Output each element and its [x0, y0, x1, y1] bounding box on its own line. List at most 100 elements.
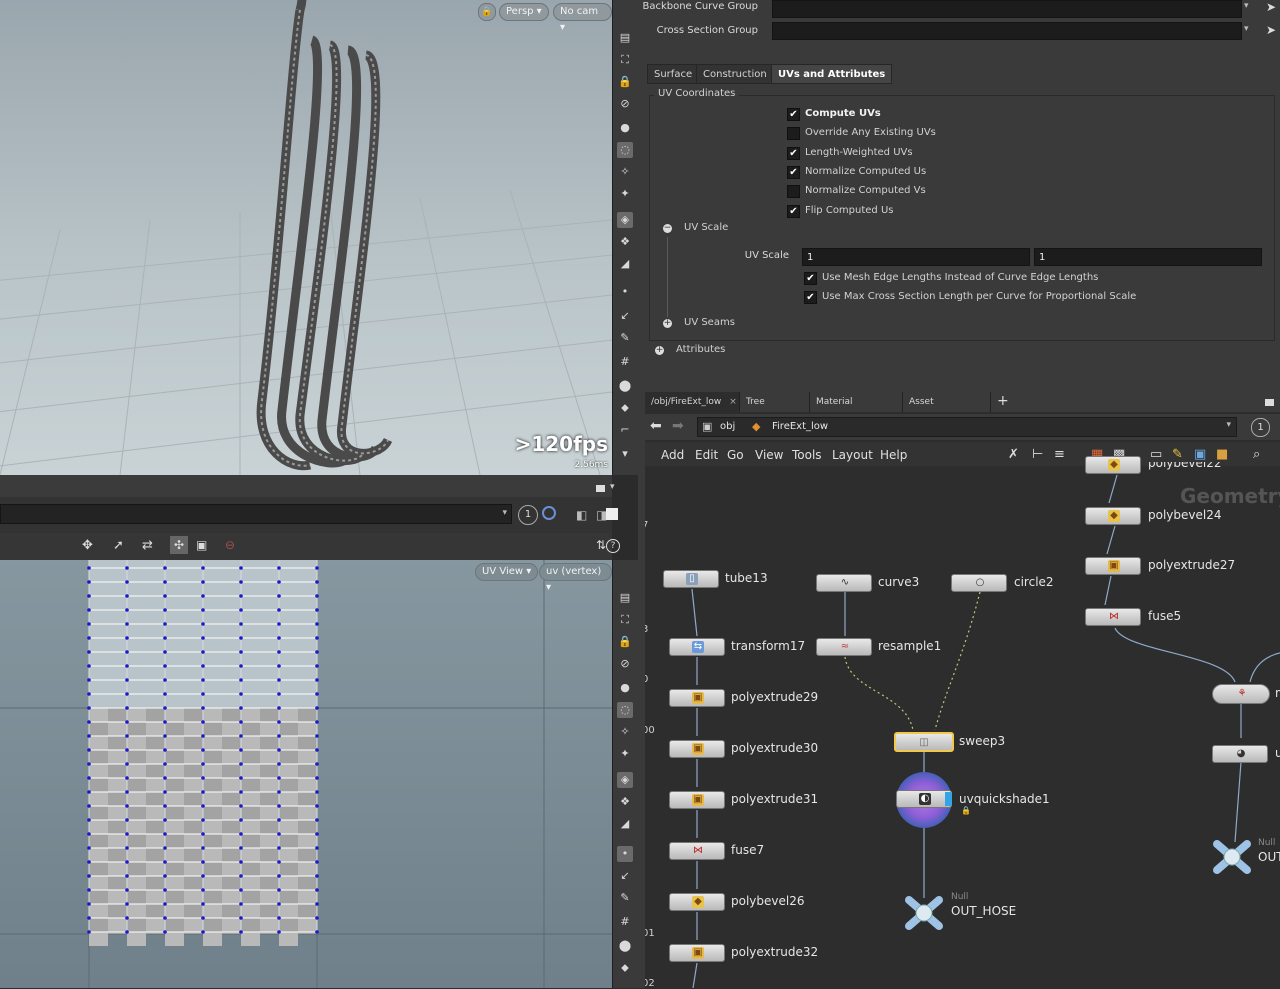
more-icon[interactable]: ▾ — [617, 446, 633, 462]
lock-icon[interactable]: 🔒 — [478, 3, 496, 21]
geometry-view-icon[interactable]: ◧ — [576, 508, 587, 522]
light-bulb-icon[interactable]: ✧ — [617, 164, 633, 180]
node-polybevel26[interactable]: ◆ — [669, 893, 725, 911]
normalize-vs-checkbox[interactable] — [787, 185, 800, 198]
scene-viewport[interactable]: 🔒 Persp ▾ No cam ▾ >120fps 2.56ms — [0, 0, 612, 475]
uv-camera-tool-icon[interactable]: ◢ — [617, 816, 633, 832]
node-polyextrude29[interactable]: ▣ — [669, 689, 725, 707]
uv-shading-icon[interactable]: ● — [617, 680, 633, 696]
override-existing-uvs-checkbox[interactable] — [787, 127, 800, 140]
uv-view-menu[interactable]: UV View ▾ — [475, 563, 539, 581]
flipbook-icon[interactable]: ❖ — [617, 234, 633, 250]
flip-computed-us-checkbox[interactable]: ✔ — [787, 205, 800, 218]
uv-options-icon[interactable]: ⇅ — [596, 538, 606, 552]
shading-icon[interactable]: ● — [617, 120, 633, 136]
null-node-icon[interactable] — [903, 892, 945, 934]
node-polybevel24[interactable]: ◆ — [1085, 507, 1141, 525]
hide-icon[interactable]: ⊘ — [617, 96, 633, 112]
node-u[interactable]: ◕ — [1212, 745, 1268, 763]
node-polyextrude30[interactable]: ▣ — [669, 740, 725, 758]
camera-tool-icon[interactable]: ◢ — [617, 256, 633, 272]
uv-grid-icon[interactable]: ⊖ — [225, 538, 235, 552]
display-count[interactable]: 1 — [518, 505, 538, 525]
network-editor[interactable]: /obj/FireExt_low× Tree View× Material Pa… — [642, 392, 1280, 989]
tab-surface[interactable]: Surface — [647, 64, 700, 84]
cross-section-group-field[interactable] — [772, 22, 1242, 40]
point-icon[interactable]: • — [617, 284, 633, 300]
uv-pen-icon[interactable]: ✎ — [617, 890, 633, 906]
use-mesh-edge-lengths-checkbox[interactable]: ✔ — [804, 272, 817, 285]
uv-frame-icon[interactable]: ▣ — [196, 538, 207, 552]
node-polyextrude32[interactable]: ▣ — [669, 944, 725, 962]
corner-icon[interactable]: ⌐ — [617, 422, 633, 438]
use-max-cross-section-checkbox[interactable]: ✔ — [804, 291, 817, 304]
camera-menu[interactable]: No cam ▾ — [553, 3, 612, 33]
node-polyextrude27[interactable]: ▣ — [1085, 557, 1141, 575]
cross-section-select-arrow-icon[interactable]: ➤ — [1266, 23, 1276, 37]
length-weighted-uvs-checkbox[interactable]: ✔ — [787, 147, 800, 160]
camera-mode-menu[interactable]: Persp ▾ — [499, 3, 549, 21]
uv-layout-icon[interactable]: ✣ — [170, 536, 188, 554]
maximize-pane-icon[interactable] — [596, 485, 605, 492]
uv-paint-icon[interactable]: ⬤ — [617, 938, 633, 954]
uv-transform-icon[interactable]: ✥ — [82, 538, 93, 553]
tab-uvs-and-attributes[interactable]: UVs and Attributes — [771, 64, 893, 84]
uv-number-icon[interactable]: # — [617, 914, 633, 930]
uv-help-icon[interactable]: ? — [606, 539, 620, 553]
node-path-field[interactable]: ▾ — [0, 504, 512, 524]
uv-light-icon[interactable]: ◌ — [617, 702, 633, 718]
uv-snap-icon[interactable]: ⛶ — [617, 612, 633, 628]
uv-flatten-icon[interactable]: ⇄ — [142, 538, 153, 553]
uv-lock-icon[interactable]: 🔒 — [617, 634, 633, 650]
node-uvquickshade1[interactable]: ◐ — [896, 790, 952, 808]
uv-flipbook-icon[interactable]: ❖ — [617, 794, 633, 810]
target-icon[interactable] — [542, 506, 556, 520]
uv-hide-icon[interactable]: ⊘ — [617, 656, 633, 672]
uv-attribute-menu[interactable]: uv (vertex) ▾ — [539, 563, 612, 593]
uv-render-icon[interactable]: ◈ — [617, 772, 633, 788]
node-polyextrude31[interactable]: ▣ — [669, 791, 725, 809]
uv-scale-collapse-icon[interactable]: − — [663, 224, 672, 233]
render-icon[interactable]: ◈ — [617, 212, 633, 228]
node-merge[interactable]: ⚘ — [1212, 684, 1270, 704]
uv-light-add-icon[interactable]: ✦ — [617, 746, 633, 762]
compute-uvs-checkbox[interactable]: ✔ — [787, 108, 800, 121]
uv-seams-expand-icon[interactable]: + — [663, 319, 672, 328]
normalize-us-checkbox[interactable]: ✔ — [787, 166, 800, 179]
node-fuse5[interactable]: ⋈ — [1085, 608, 1141, 626]
uv-select-icon[interactable]: ➚ — [113, 538, 124, 553]
path-dropdown-icon[interactable]: ▾ — [502, 508, 507, 518]
uv-brush-icon[interactable]: ⬥ — [617, 960, 633, 976]
uv-scale-u-field[interactable]: 1 — [802, 248, 1030, 266]
backbone-dropdown-icon[interactable]: ▾ — [1244, 1, 1249, 11]
backbone-curve-group-field[interactable] — [772, 0, 1242, 18]
node-polybevel22[interactable]: ◆ — [1085, 456, 1141, 474]
backbone-select-arrow-icon[interactable]: ➤ — [1266, 0, 1276, 14]
null-node-icon-right[interactable] — [1211, 836, 1253, 878]
uv-viewport[interactable]: UV View ▾ uv (vertex) ▾ — [0, 560, 612, 988]
uv-display-options-icon[interactable]: ▤ — [617, 590, 633, 606]
number-icon[interactable]: # — [617, 354, 633, 370]
lock-camera-icon[interactable]: 🔒 — [617, 74, 633, 90]
cross-section-dropdown-icon[interactable]: ▾ — [1244, 24, 1249, 34]
node-transform17[interactable]: ⇆ — [669, 638, 725, 656]
pen-icon[interactable]: ✎ — [617, 330, 633, 346]
snap-icon[interactable]: ⛶ — [617, 52, 633, 68]
paint-icon[interactable]: ⬤ — [617, 378, 633, 394]
light-icon[interactable]: ◌ — [617, 142, 633, 158]
node-fuse7[interactable]: ⋈ — [669, 842, 725, 860]
node-sweep3[interactable]: ◫ — [894, 732, 954, 752]
attributes-expand-icon[interactable]: + — [655, 346, 664, 355]
node-curve3[interactable]: ∿ — [816, 574, 872, 592]
light-add-icon[interactable]: ✦ — [617, 186, 633, 202]
display-options-icon[interactable]: ▤ — [617, 30, 633, 46]
node-circle2[interactable]: ○ — [951, 574, 1007, 592]
uv-light-bulb-icon[interactable]: ✧ — [617, 724, 633, 740]
brush-icon[interactable]: ⬥ — [617, 400, 633, 416]
pane-menu-icon[interactable]: ▾ — [610, 482, 615, 492]
node-resample1[interactable]: ≈ — [816, 638, 872, 656]
uv-point-icon[interactable]: • — [617, 846, 633, 862]
blank-view-icon[interactable] — [606, 508, 618, 520]
display-flag-icon[interactable] — [945, 792, 952, 806]
pane-splitter[interactable] — [638, 392, 645, 988]
